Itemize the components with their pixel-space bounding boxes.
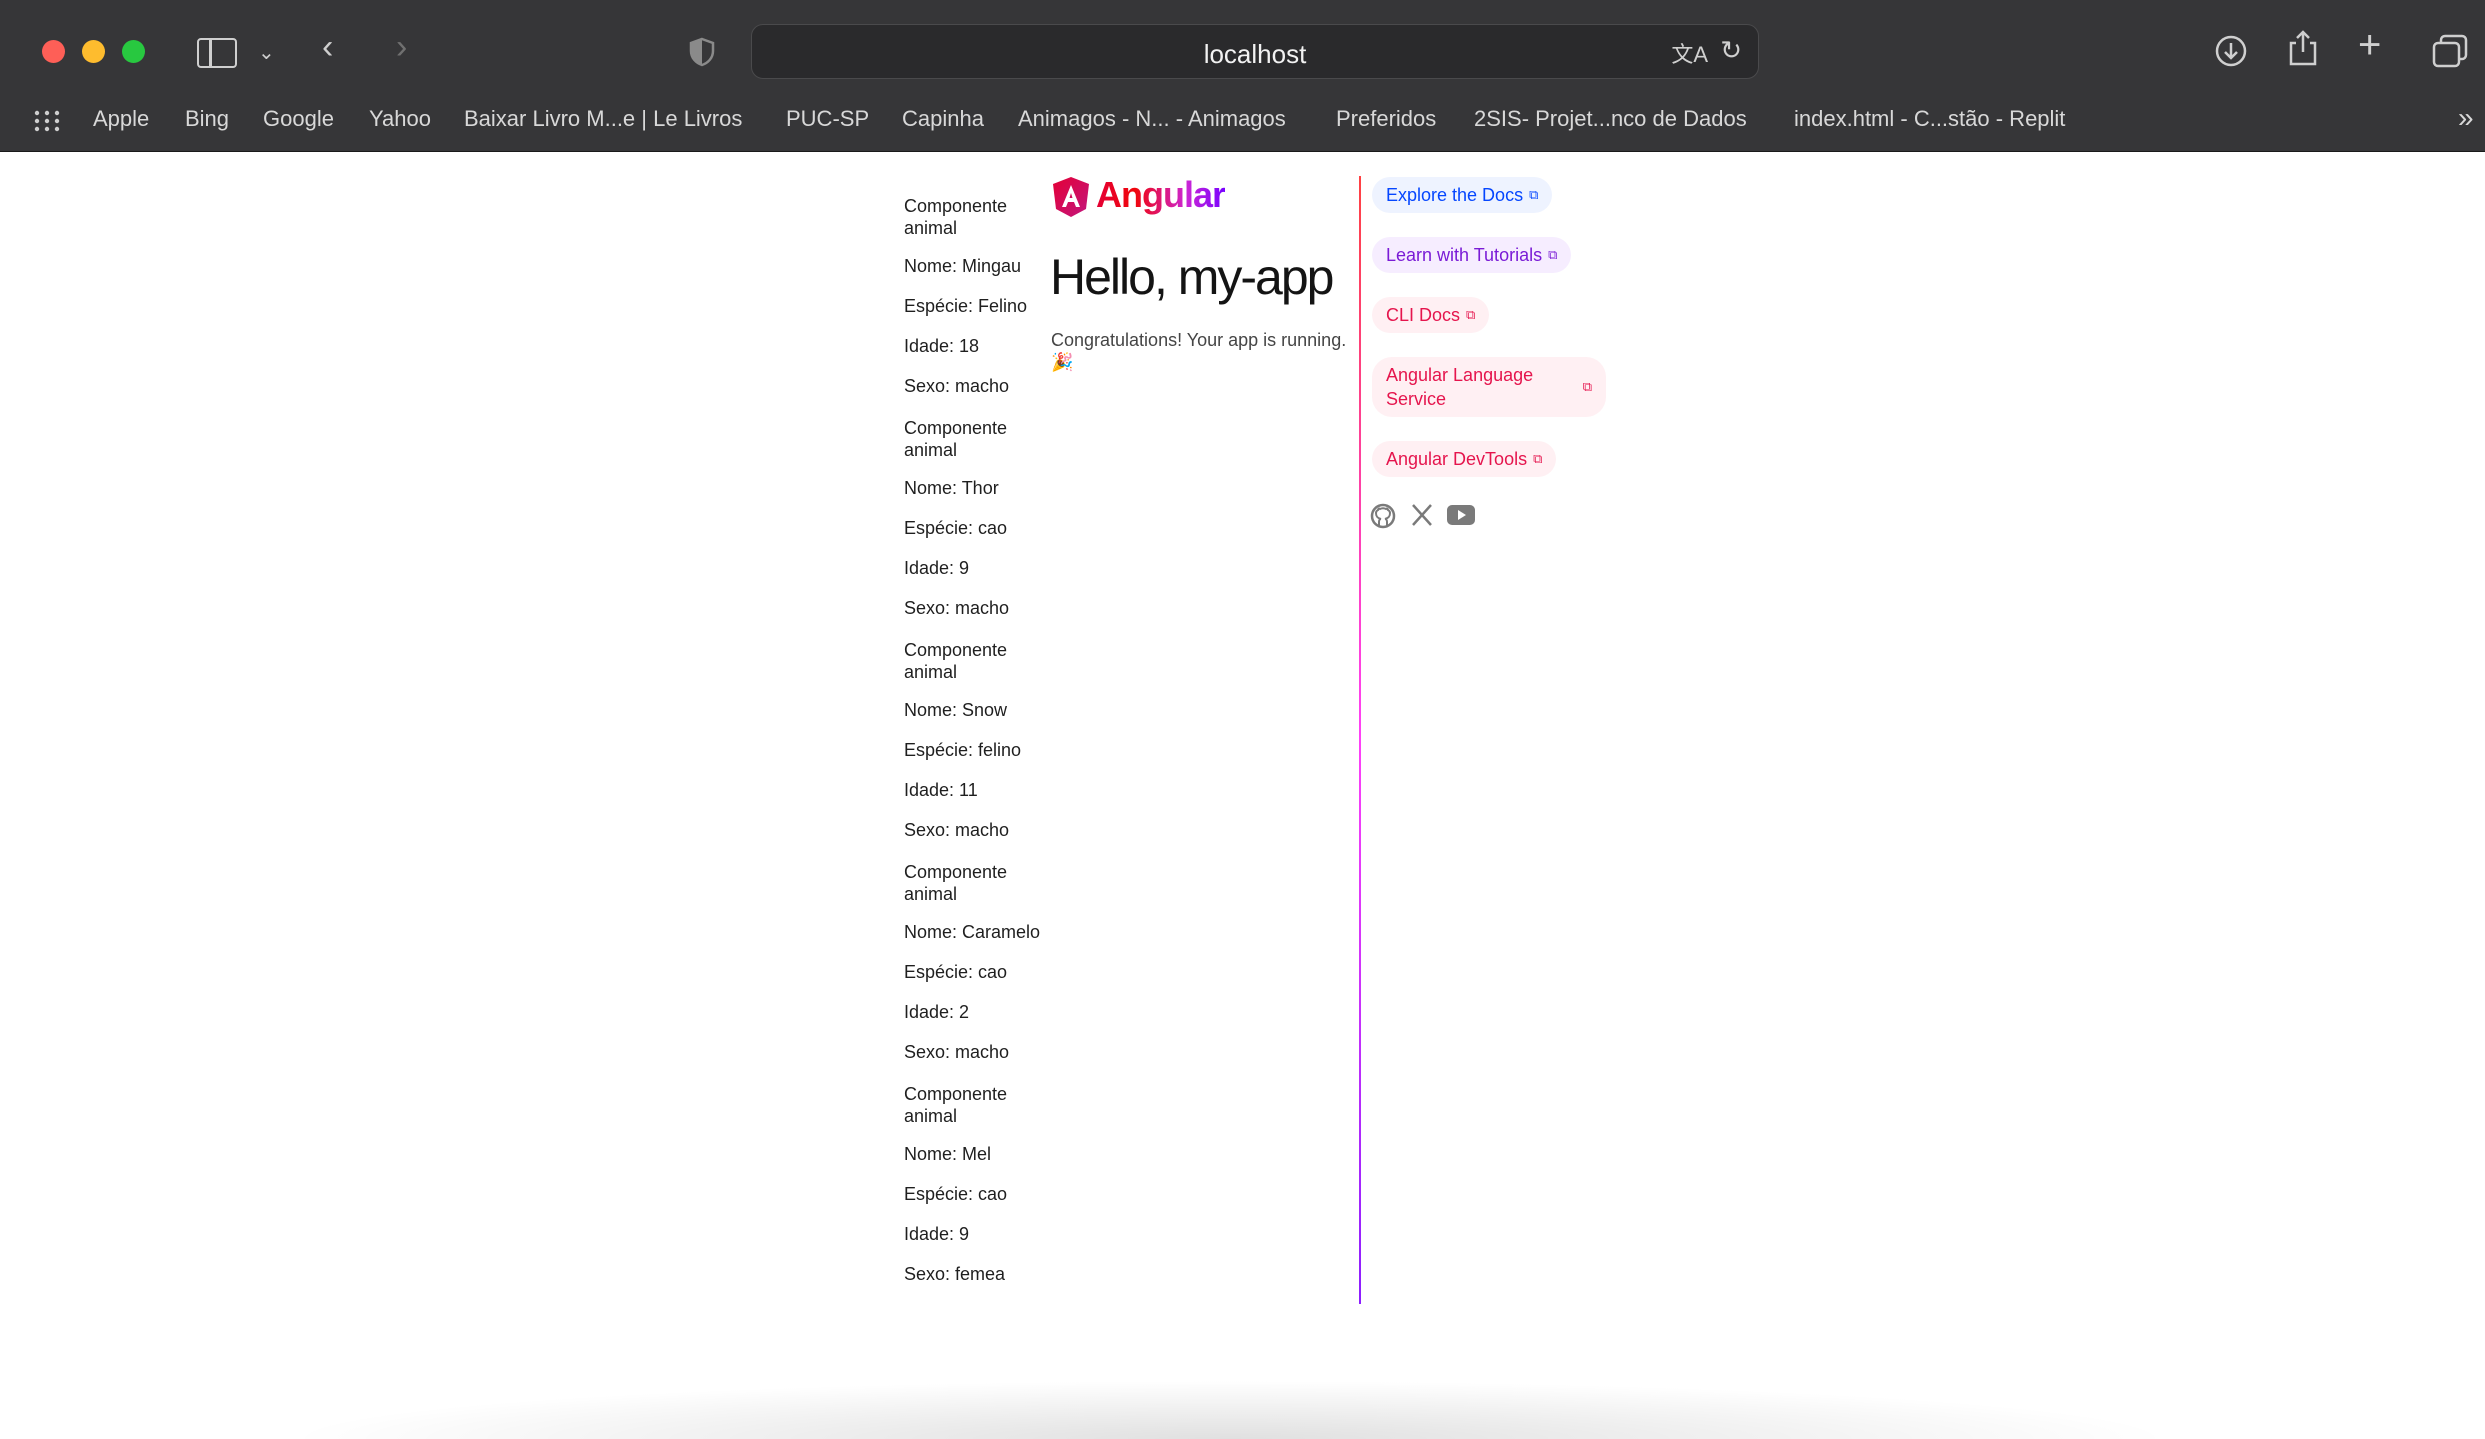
close-window-button[interactable] (42, 40, 65, 63)
animal-nome: Nome: Mingau (904, 256, 1022, 276)
github-icon[interactable] (1370, 503, 1396, 534)
devtools-link[interactable]: Angular DevTools ⧉ (1372, 441, 1557, 477)
animal-header: Componente animal (904, 862, 1008, 904)
animal-sexo: Sexo: macho (904, 598, 1010, 618)
animal-nome: Nome: Caramelo (904, 922, 1041, 942)
tab-overview-icon[interactable] (2432, 34, 2468, 73)
animal-idade: Idade: 9 (904, 1224, 970, 1244)
animal-header: Componente animal (904, 196, 1008, 238)
animal-header: Componente animal (904, 640, 1008, 682)
reload-icon[interactable]: ↻ (1720, 35, 1742, 66)
angular-logo-icon (1051, 176, 1091, 223)
cli-docs-link[interactable]: CLI Docs ⧉ (1372, 297, 1490, 333)
maximize-window-button[interactable] (122, 40, 145, 63)
sidebar-toggle-icon[interactable] (197, 38, 237, 68)
apps-grid-icon[interactable] (34, 110, 60, 132)
language-service-link[interactable]: Angular Language Service ⧉ (1372, 357, 1606, 417)
animal-idade: Idade: 11 (904, 780, 978, 800)
bookmark-puc-sp[interactable]: PUC-SP (786, 106, 869, 132)
link-label: Explore the Docs (1386, 184, 1524, 205)
new-tab-icon[interactable]: + (2358, 25, 2381, 65)
animal-idade: Idade: 9 (904, 558, 970, 578)
explore-docs-link[interactable]: Explore the Docs ⧉ (1372, 177, 1553, 213)
page-title: Hello, my-app (1050, 249, 1334, 305)
external-link-icon: ⧉ (1466, 307, 1476, 322)
minimize-window-button[interactable] (82, 40, 105, 63)
animal-especie: Espécie: cao (904, 518, 1008, 538)
animal-especie: Espécie: Felino (904, 296, 1028, 316)
privacy-shield-icon[interactable] (688, 37, 716, 72)
share-icon[interactable] (2288, 30, 2318, 71)
dock-shadow (280, 1380, 2180, 1439)
translate-icon[interactable]: 文A (1671, 37, 1708, 69)
animal-especie: Espécie: felino (904, 740, 1022, 760)
bookmark-google[interactable]: Google (263, 106, 334, 132)
link-label: CLI Docs (1386, 304, 1461, 325)
congrats-text: Congratulations! Your app is running. 🎉 (1051, 330, 1347, 372)
more-bookmarks-icon[interactable]: » (2458, 102, 2474, 134)
url-text: localhost (1203, 39, 1307, 69)
external-link-icon: ⧉ (1548, 247, 1558, 262)
bookmark-capinha[interactable]: Capinha (902, 106, 984, 132)
external-link-icon: ⧉ (1582, 379, 1592, 394)
animal-header: Componente animal (904, 418, 1008, 460)
link-label: Angular Language Service (1386, 365, 1534, 409)
animal-especie: Espécie: cao (904, 1184, 1008, 1204)
link-label: Learn with Tutorials (1386, 244, 1543, 265)
animal-sexo: Sexo: femea (904, 1264, 1006, 1284)
animal-nome: Nome: Thor (904, 478, 999, 498)
external-link-icon: ⧉ (1529, 187, 1539, 202)
youtube-icon[interactable] (1446, 503, 1476, 532)
x-icon[interactable] (1410, 503, 1434, 532)
bookmark-le-livros[interactable]: Baixar Livro M...e | Le Livros (464, 106, 742, 132)
learn-tutorials-link[interactable]: Learn with Tutorials ⧉ (1372, 237, 1572, 273)
link-label: Angular DevTools (1386, 448, 1528, 469)
bookmarks-bar: Apple Bing Google Yahoo Baixar Livro M..… (0, 100, 2485, 140)
animal-idade: Idade: 18 (904, 336, 980, 356)
animal-nome: Nome: Snow (904, 700, 1008, 720)
downloads-icon[interactable] (2214, 34, 2248, 73)
bookmark-preferidos[interactable]: Preferidos (1336, 106, 1436, 132)
angular-logo-text: Angular (1096, 174, 1226, 215)
animal-idade: Idade: 2 (904, 1002, 970, 1022)
animal-sexo: Sexo: macho (904, 376, 1010, 396)
bookmark-replit[interactable]: index.html - C...stão - Replit (1794, 106, 2065, 132)
animal-sexo: Sexo: macho (904, 1042, 1010, 1062)
gradient-divider (1359, 176, 1361, 1304)
bookmark-yahoo[interactable]: Yahoo (369, 106, 431, 132)
animal-especie: Espécie: cao (904, 962, 1008, 982)
animal-nome: Nome: Mel (904, 1144, 992, 1164)
browser-toolbar: ⌄ ‹ › localhost 文A ↻ + Apple Bing Google… (0, 0, 2485, 152)
back-icon[interactable]: ‹ (322, 30, 333, 64)
bookmark-bing[interactable]: Bing (185, 106, 229, 132)
chevron-down-icon[interactable]: ⌄ (258, 36, 275, 70)
bookmark-apple[interactable]: Apple (93, 106, 149, 132)
bookmark-2sis[interactable]: 2SIS- Projet...nco de Dados (1474, 106, 1747, 132)
external-link-icon: ⧉ (1533, 451, 1543, 466)
animal-header: Componente animal (904, 1084, 1008, 1126)
animal-sexo: Sexo: macho (904, 820, 1010, 840)
bookmark-animagos[interactable]: Animagos - N... - Animagos (1018, 106, 1286, 132)
address-bar[interactable]: localhost 文A ↻ (751, 24, 1759, 79)
forward-icon[interactable]: › (396, 30, 407, 64)
